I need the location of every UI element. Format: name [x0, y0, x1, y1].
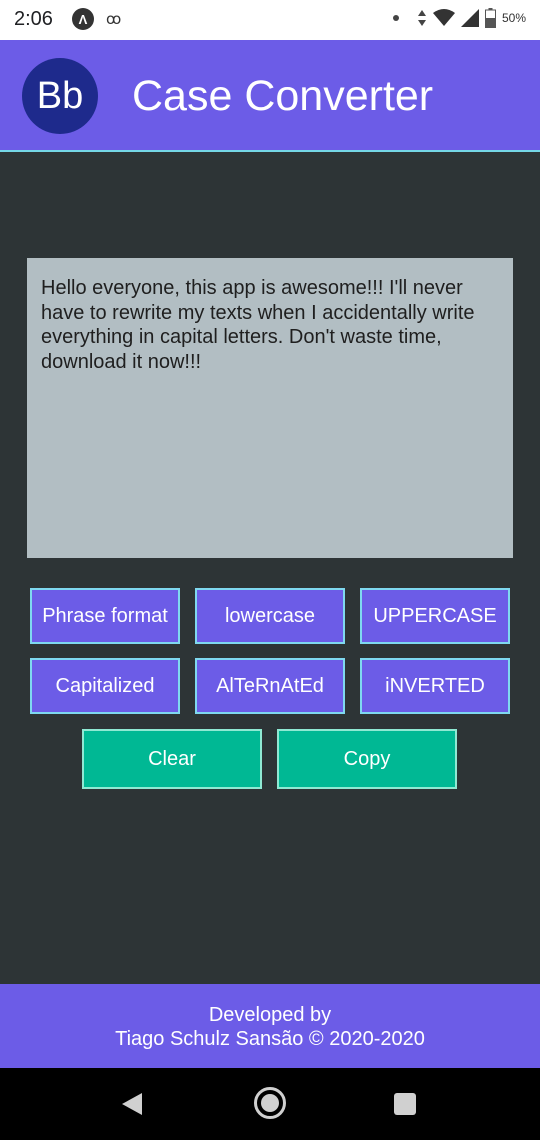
- app-title: Case Converter: [132, 72, 434, 120]
- recents-icon[interactable]: [394, 1093, 416, 1115]
- voicemail-icon: ꝏ: [106, 11, 121, 28]
- text-input-area[interactable]: Hello everyone, this app is awesome!!! I…: [27, 258, 513, 558]
- android-auto-icon: Λ: [72, 8, 94, 30]
- uppercase-button[interactable]: UPPERCASE: [360, 588, 510, 644]
- phrase-format-button[interactable]: Phrase format: [30, 588, 180, 644]
- data-arrows-icon: [417, 10, 426, 26]
- navigation-bar: [0, 1068, 540, 1140]
- clear-button[interactable]: Clear: [82, 729, 262, 789]
- wifi-icon: [432, 9, 455, 26]
- status-left-icons: Λ ꝏ: [72, 8, 121, 30]
- home-icon[interactable]: [254, 1087, 286, 1119]
- battery-percent: 50%: [501, 11, 526, 25]
- signal-icon: [460, 9, 479, 27]
- copy-button[interactable]: Copy: [277, 729, 457, 789]
- app-logo: Bb: [22, 58, 98, 134]
- lowercase-button[interactable]: lowercase: [195, 588, 345, 644]
- status-time: 2:06: [14, 8, 53, 30]
- status-right-icons: 50%: [392, 8, 526, 28]
- back-icon[interactable]: [122, 1093, 142, 1115]
- app-bar: Bb Case Converter: [0, 40, 540, 152]
- status-bar: 2:06 Λ ꝏ 50%: [0, 0, 540, 40]
- inverted-button[interactable]: iNVERTED: [360, 658, 510, 714]
- dot-icon: [392, 15, 399, 21]
- battery-icon: [484, 8, 496, 28]
- footer: Developed by Tiago Schulz Sansão © 2020-…: [0, 984, 540, 1068]
- capitalized-button[interactable]: Capitalized: [30, 658, 180, 714]
- alternated-button[interactable]: AlTeRnAtEd: [195, 658, 345, 714]
- footer-line-2: Tiago Schulz Sansão © 2020-2020: [115, 1028, 425, 1050]
- footer-line-1: Developed by: [208, 1004, 332, 1026]
